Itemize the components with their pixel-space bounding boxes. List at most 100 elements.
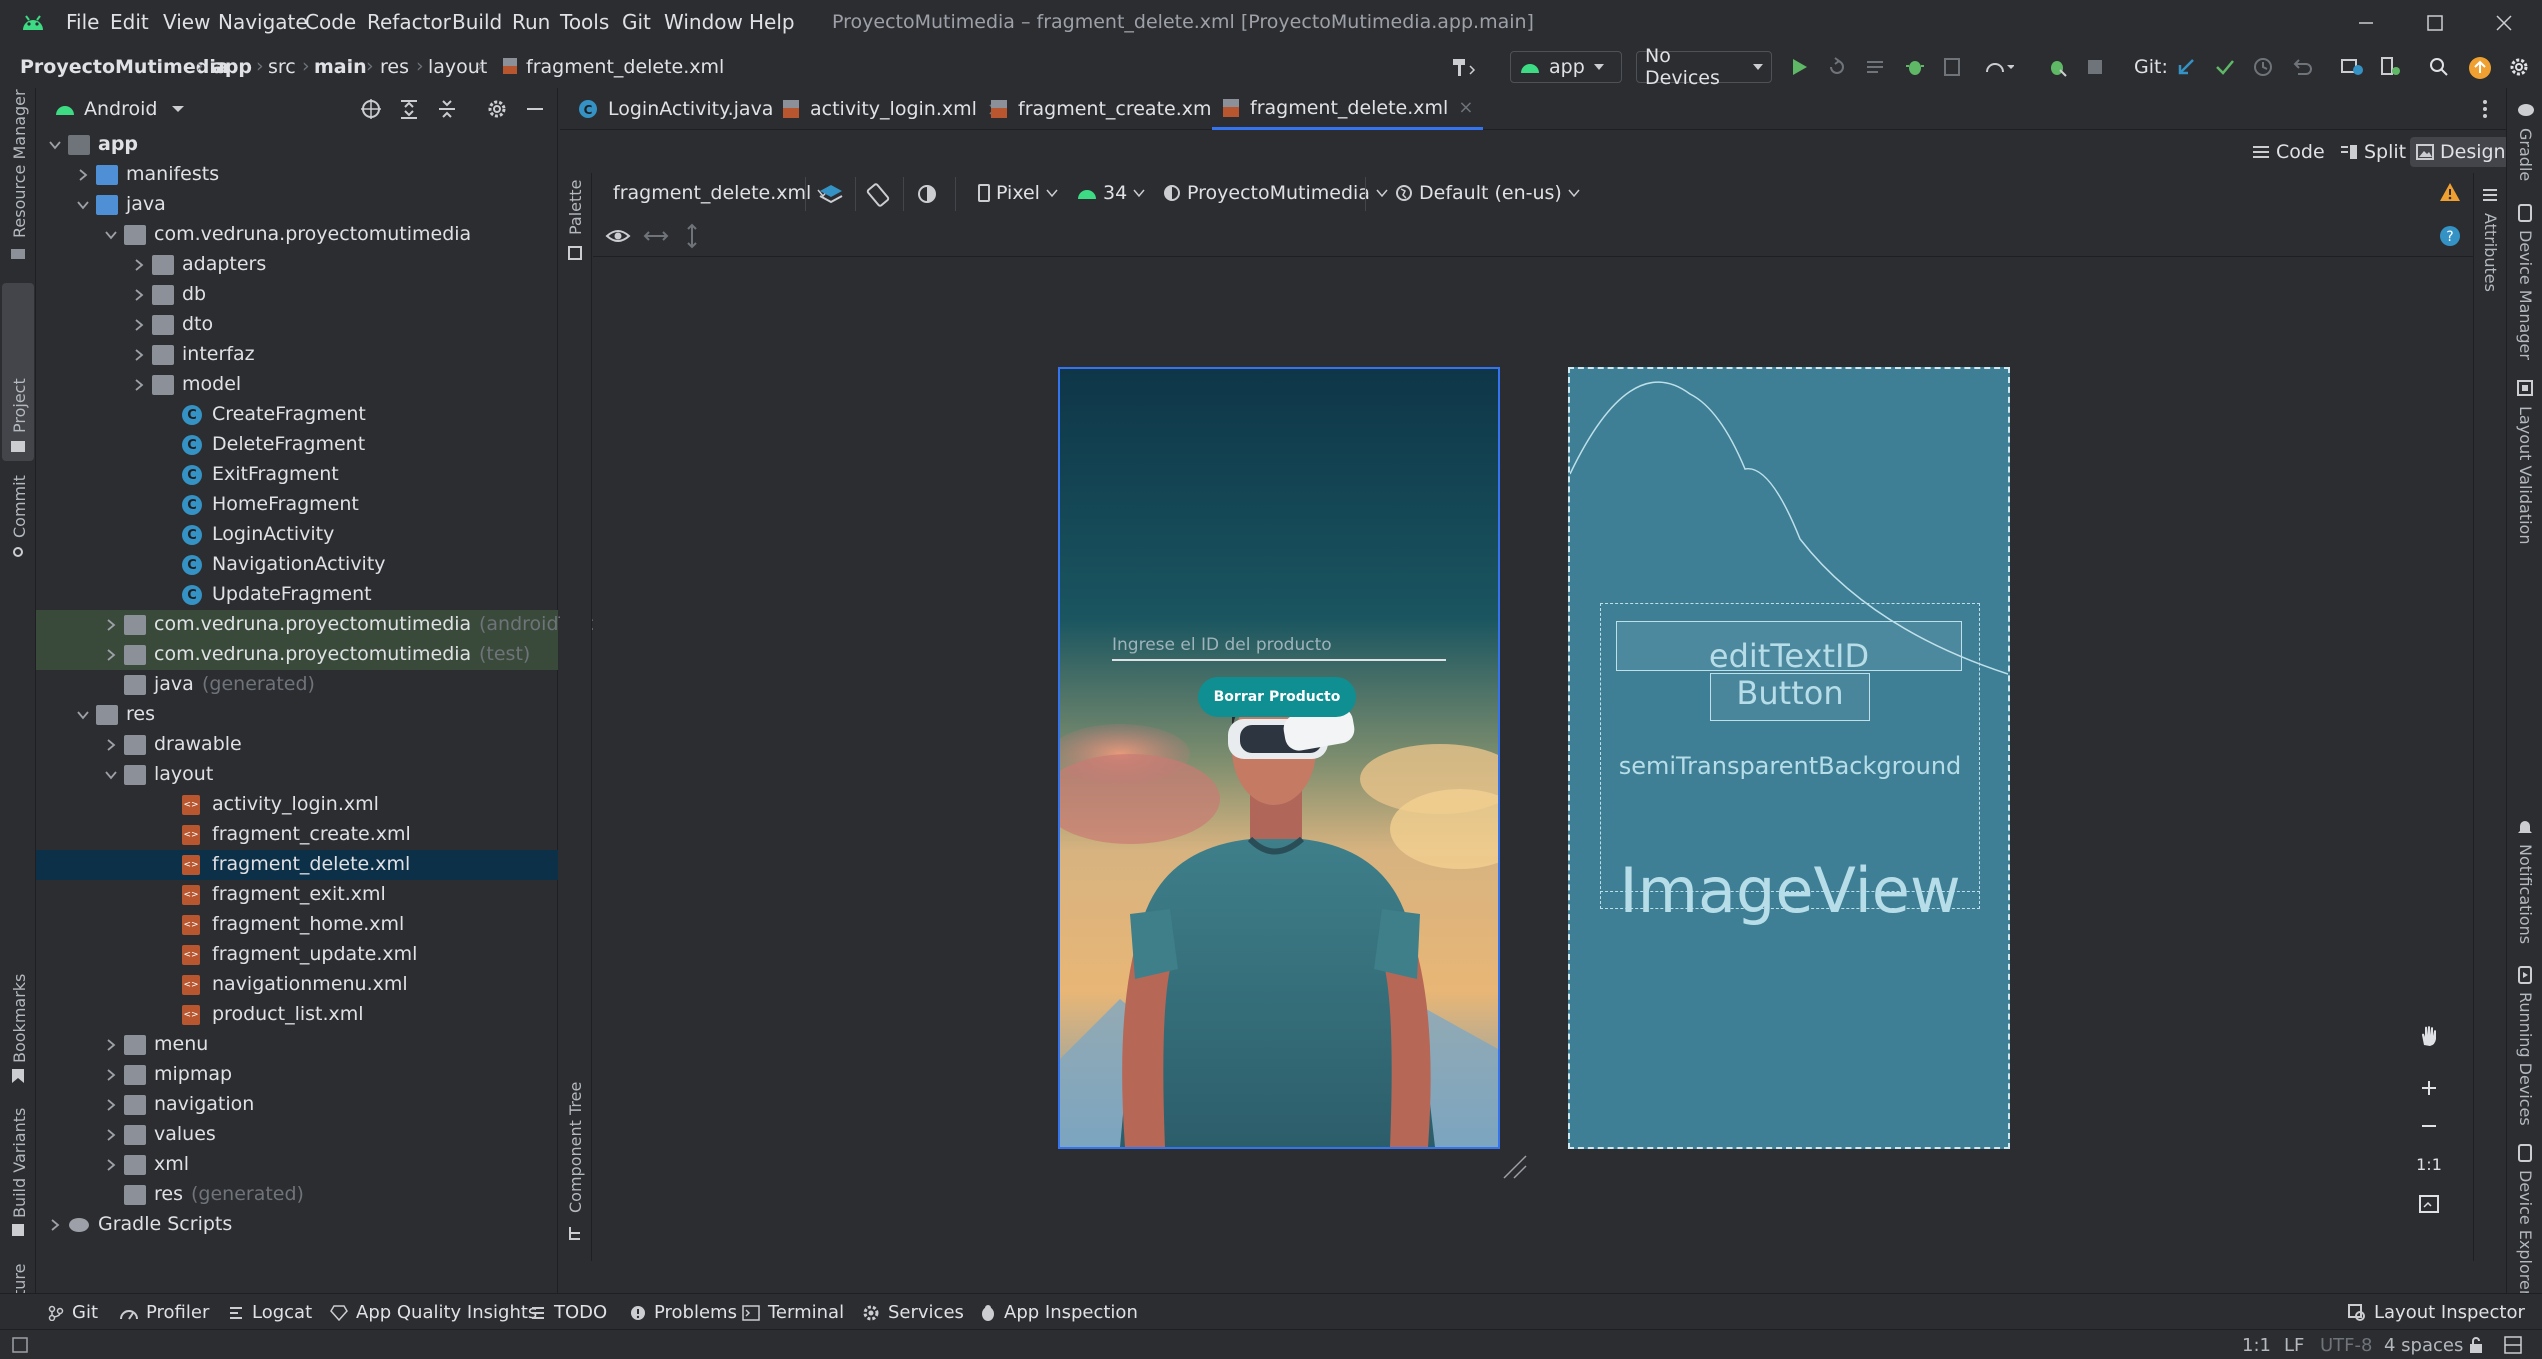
tree-item-file[interactable]: <> fragment_delete.xml [36,850,558,880]
menu-git[interactable]: Git [622,10,651,34]
close-tab-icon[interactable]: × [1458,97,1473,118]
tree-item-folder[interactable]: com.vedruna.proyectomutimedia (androidTes… [36,610,603,640]
gear-icon[interactable] [486,98,508,120]
tree-item-folder[interactable]: java [36,190,558,220]
tree-item-folder[interactable]: values [36,1120,558,1150]
chevron-down-icon[interactable] [76,708,90,722]
tree-item-file[interactable]: <> navigationmenu.xml [36,970,558,1000]
api-level-select[interactable]: 34 [1077,182,1145,204]
tree-item-folder[interactable]: db [36,280,558,310]
line-separator[interactable]: LF [2284,1335,2304,1356]
commit-icon[interactable] [10,544,26,560]
profiler-tool-button[interactable]: Profiler [120,1302,209,1323]
chevron-right-icon[interactable] [132,348,146,362]
resize-handle-icon[interactable] [1500,1152,1530,1182]
chevron-right-icon[interactable] [132,318,146,332]
resource-manager-icon[interactable] [10,245,26,261]
tree-item-folder[interactable]: com.vedruna.proyectomutimedia (test) [36,640,558,670]
expand-all-icon[interactable] [398,98,420,120]
tree-item-file[interactable]: <> fragment_update.xml [36,940,558,970]
tree-item-file[interactable]: <> fragment_create.xml [36,820,558,850]
gradle-tab[interactable]: Gradle [2516,128,2535,181]
menu-help[interactable]: Help [749,10,795,34]
git-rollback-icon[interactable] [2290,56,2312,78]
tree-item-folder[interactable]: interfaz [36,340,558,370]
locale-select[interactable]: Default (en-us) [1395,182,1580,204]
chevron-right-icon[interactable] [104,1038,118,1052]
device-for-preview-select[interactable]: Pixel [978,182,1058,204]
profile-icon[interactable] [1942,56,1964,78]
tree-item-folder[interactable]: navigation [36,1090,558,1120]
project-tab[interactable] [2,283,34,461]
delete-product-button[interactable]: Borrar Producto [1198,677,1356,717]
tree-item-file[interactable]: <> fragment_home.xml [36,910,558,940]
layout-file-select[interactable]: fragment_delete.xml [613,182,829,204]
tree-item-file[interactable]: <> product_list.xml [36,1000,558,1030]
rerun-icon[interactable] [1826,56,1848,78]
lock-icon[interactable] [2468,1336,2484,1354]
split-view-button[interactable]: Split [2334,137,2412,167]
editor-tab[interactable]: fragment_delete.xml × [1212,88,1484,130]
breadcrumb-item[interactable]: fragment_delete.xml [526,56,724,78]
tree-item-folder[interactable]: layout [36,760,558,790]
git-history-icon[interactable] [2252,56,2274,78]
bookmarks-tab[interactable]: Bookmarks [10,974,29,1063]
breadcrumb-item[interactable]: src [268,56,296,78]
device-explorer-tab[interactable]: Device Explorer [2516,1170,2535,1296]
editor-tab[interactable]: activity_login.xml× [772,88,1012,130]
device-mirror-icon[interactable] [2340,56,2363,78]
chevron-right-icon[interactable] [132,378,146,392]
debug-icon[interactable] [1904,56,1926,78]
commit-tab[interactable]: Commit [10,475,29,538]
chevron-down-icon[interactable] [76,198,90,212]
chevron-right-icon[interactable] [104,648,118,662]
project-view-select[interactable]: Android [84,98,185,120]
notifications-bell-icon[interactable] [2517,818,2533,836]
app-inspection-tool-button[interactable]: App Inspection [980,1302,1138,1323]
menu-run[interactable]: Run [512,10,550,34]
problems-tool-button[interactable]: Problems [630,1302,737,1323]
zoom-to-fit-icon[interactable] [2408,1186,2450,1222]
tree-item-class[interactable]: C LoginActivity [36,520,558,550]
palette-icon[interactable] [567,245,583,261]
attach-debugger-icon[interactable] [2046,56,2068,78]
hammer-build-icon[interactable] [1450,56,1476,78]
chevron-down-icon[interactable] [48,138,62,152]
menu-navigate[interactable]: Navigate [218,10,308,34]
layout-validation-tab[interactable]: Layout Validation [2516,406,2535,544]
design-preview[interactable]: Ingrese el ID del producto Borrar Produc… [1058,367,1500,1149]
tree-item-folder[interactable]: res [36,700,558,730]
zoom-out-icon[interactable] [2408,1108,2450,1144]
settings-icon[interactable] [2508,56,2530,78]
attributes-icon[interactable] [2482,187,2498,203]
menu-build[interactable]: Build [452,10,502,34]
zoom-in-icon[interactable] [2408,1070,2450,1106]
layout-inspector-button[interactable]: Layout Inspector [2348,1302,2525,1323]
tree-item-folder[interactable]: adapters [36,250,558,280]
tree-item-folder[interactable]: res (generated) [36,1180,558,1210]
tree-item-folder[interactable]: menu [36,1030,558,1060]
night-mode-icon[interactable] [915,182,941,208]
hide-panel-icon[interactable] [524,98,546,120]
build-variants-tab[interactable]: Build Variants [10,1108,29,1218]
tree-item-folder[interactable]: dto [36,310,558,340]
chevron-right-icon[interactable] [104,1068,118,1082]
collapse-all-icon[interactable] [436,98,458,120]
terminal-tool-button[interactable]: Terminal [742,1302,844,1323]
tree-item-folder[interactable]: Gradle Scripts [36,1210,558,1240]
running-devices-icon[interactable] [2517,966,2533,984]
menu-tools[interactable]: Tools [560,10,609,34]
theme-select[interactable]: ProyectoMutimedia [1163,182,1388,204]
breadcrumb-item[interactable]: res [380,56,409,78]
palette-tab[interactable]: Palette [566,180,585,235]
device-explorer-icon[interactable] [2517,1144,2533,1162]
menu-code[interactable]: Code [305,10,356,34]
notifications-tab[interactable]: Notifications [2516,844,2535,944]
breadcrumb-item[interactable]: main [314,56,367,78]
orientation-icon[interactable] [865,182,891,208]
chevron-right-icon[interactable] [104,618,118,632]
design-canvas[interactable] [593,257,2473,1257]
attributes-tab[interactable]: Attributes [2481,213,2500,292]
device-manager-tab[interactable]: Device Manager [2516,230,2535,360]
design-surface-layers-icon[interactable] [818,182,844,208]
